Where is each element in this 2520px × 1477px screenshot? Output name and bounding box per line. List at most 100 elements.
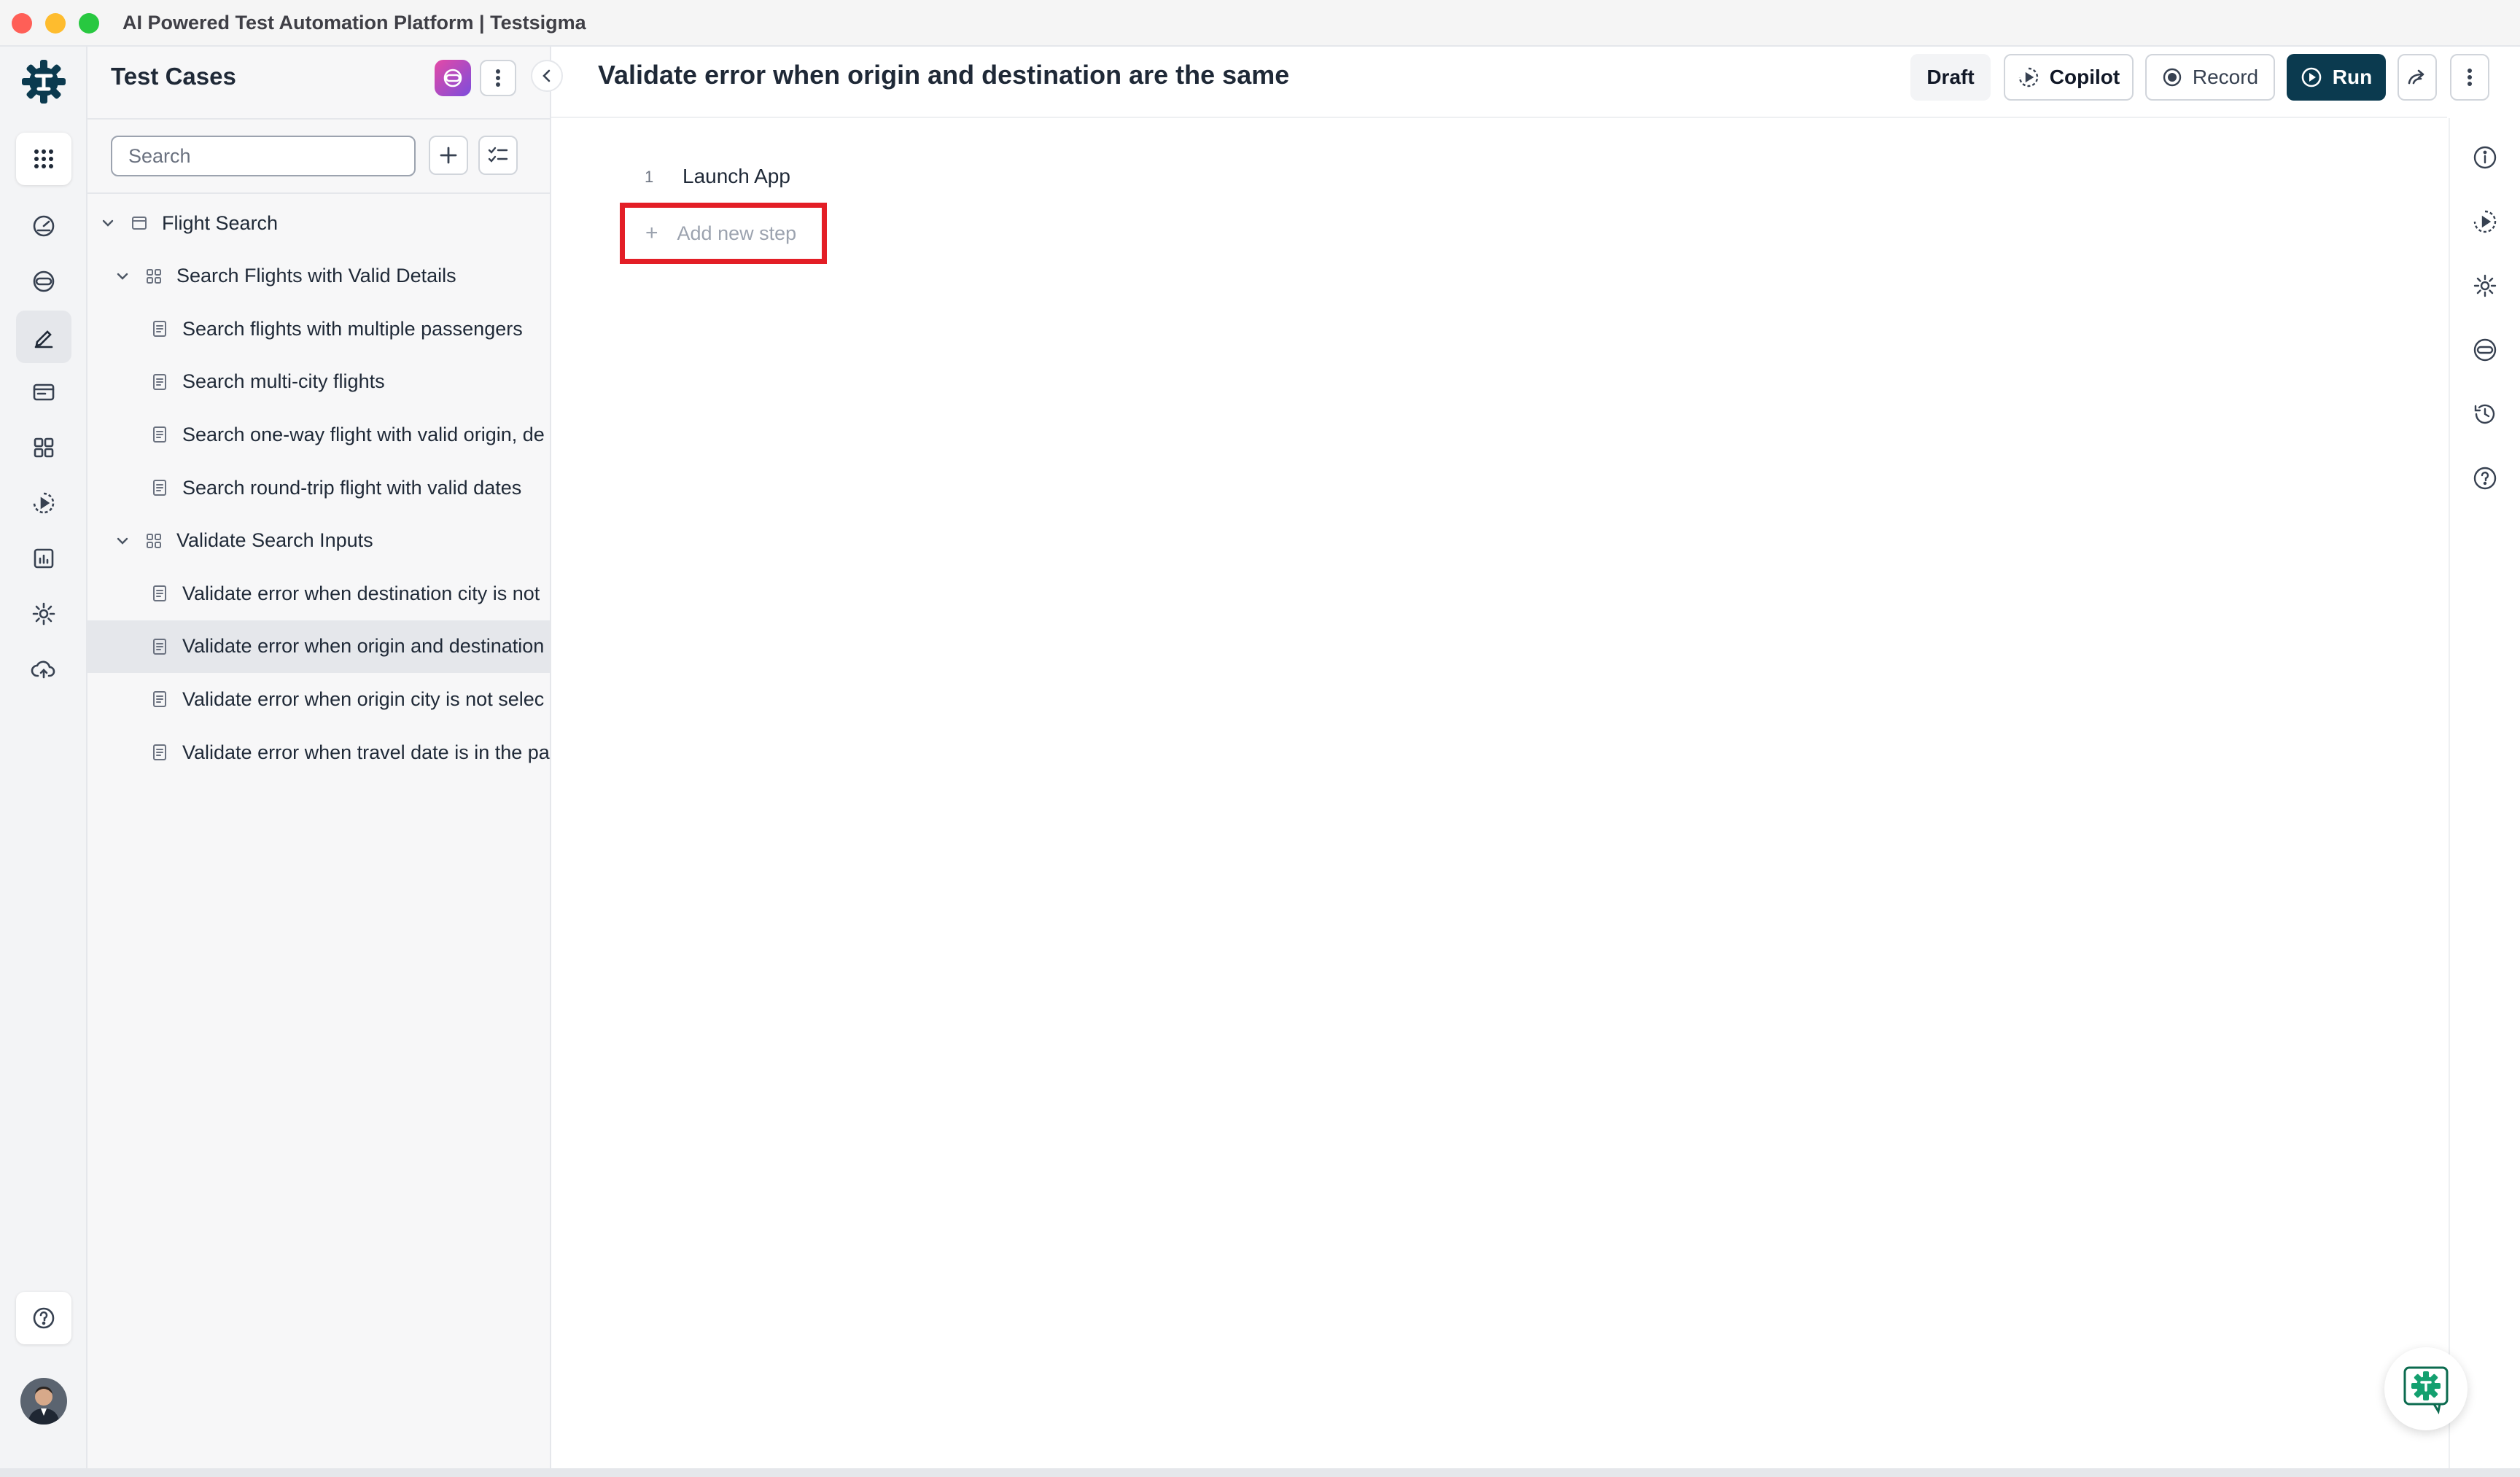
elements-nav-button[interactable] [16, 421, 71, 474]
ai-agent-icon [2473, 338, 2497, 362]
test-case-icon [153, 585, 166, 602]
ai-agent-icon [443, 69, 462, 87]
help-icon [2473, 467, 2497, 490]
gear-icon [2473, 274, 2497, 297]
folder-item[interactable]: Flight Search [88, 197, 550, 249]
draft-status-button[interactable]: Draft [1910, 54, 1991, 101]
add-new-step-button[interactable]: + Add new step [620, 203, 827, 264]
cloud-nav-button[interactable] [16, 643, 71, 695]
test-case-item[interactable]: Validate error when origin city is not s… [88, 673, 550, 725]
checklist-icon [488, 147, 508, 163]
bulk-select-button[interactable] [478, 136, 518, 175]
test-cases-nav-button[interactable] [16, 311, 71, 363]
step-number: 1 [645, 168, 654, 186]
dry-run-button[interactable] [2472, 209, 2498, 235]
draft-label: Draft [1926, 66, 1975, 88]
runs-nav-button[interactable] [16, 477, 71, 529]
reports-chart-icon [34, 548, 54, 569]
test-data-nav-button[interactable] [16, 366, 71, 418]
cloud-upload-icon [31, 660, 55, 679]
panel-title: Test Cases [111, 63, 236, 90]
chevron-left-icon [542, 69, 551, 82]
testsigma-chat-icon [2403, 1366, 2449, 1414]
test-case-item[interactable]: Validate error when origin and destinati… [88, 620, 550, 673]
tree-item-label: Validate error when destination city is … [182, 582, 540, 604]
chat-assistant-button[interactable] [2384, 1347, 2468, 1430]
help-panel-button[interactable] [2472, 465, 2498, 491]
tree-item-label: Search Flights with Valid Details [176, 265, 456, 287]
copilot-icon [2018, 67, 2038, 87]
testsigma-logo-icon[interactable] [19, 57, 69, 106]
left-nav-rail [0, 47, 88, 1468]
help-button[interactable] [16, 1292, 71, 1344]
close-window-button[interactable] [12, 13, 32, 34]
test-case-item[interactable]: Search multi-city flights [88, 356, 550, 408]
test-suite-item[interactable]: Search Flights with Valid Details [88, 250, 550, 303]
dashboard-gauge-icon [33, 215, 55, 237]
expand-toggle[interactable] [114, 532, 131, 550]
record-label: Record [2192, 66, 2259, 88]
copilot-label: Copilot [2049, 66, 2120, 88]
test-suite-icon [147, 533, 161, 548]
reports-nav-button[interactable] [16, 532, 71, 585]
run-button[interactable]: Run [2287, 54, 2386, 101]
zoom-window-button[interactable] [79, 13, 99, 34]
apps-grid-button[interactable] [16, 133, 71, 185]
header-more-button[interactable] [2450, 54, 2489, 101]
chevron-down-icon [117, 537, 128, 545]
test-data-folder-icon [33, 383, 55, 401]
tree-item-label: Search multi-city flights [182, 370, 385, 393]
settings-nav-button[interactable] [16, 588, 71, 640]
collapse-panel-button[interactable] [531, 60, 563, 92]
panel-search-divider [88, 192, 550, 194]
info-button[interactable] [2472, 144, 2498, 171]
record-button[interactable]: Record [2145, 54, 2275, 101]
history-button[interactable] [2472, 401, 2498, 427]
test-case-item[interactable]: Validate error when travel date is in th… [88, 726, 550, 779]
settings-gear-icon [32, 602, 55, 626]
test-cases-pen-icon [34, 330, 53, 348]
dashboard-nav-button[interactable] [16, 200, 71, 252]
minimize-window-button[interactable] [45, 13, 66, 34]
folder-icon [132, 217, 147, 230]
panel-more-button[interactable] [480, 60, 516, 96]
elements-grid-icon [34, 437, 54, 458]
tree-item-label: Search flights with multiple passengers [182, 317, 523, 340]
step-text[interactable]: Launch App [682, 165, 790, 188]
test-case-item[interactable]: Search one-way flight with valid origin,… [88, 408, 550, 461]
test-case-icon [153, 426, 166, 443]
expand-toggle[interactable] [114, 268, 131, 285]
add-test-case-button[interactable] [429, 136, 468, 175]
ai-assistant-button[interactable] [435, 60, 471, 96]
chevron-down-icon [117, 273, 128, 280]
runs-play-icon [33, 492, 55, 514]
more-vertical-icon [2468, 69, 2472, 86]
window-title: AI Powered Test Automation Platform | Te… [122, 12, 586, 34]
share-button[interactable] [2398, 54, 2437, 101]
ai-agent-nav-button[interactable] [16, 255, 71, 308]
copilot-button[interactable]: Copilot [2004, 54, 2134, 101]
window-bottom-edge [0, 1468, 2520, 1477]
run-history-play-icon [2473, 210, 2497, 233]
test-suite-item[interactable]: Validate Search Inputs [88, 515, 550, 567]
help-icon [33, 1307, 55, 1329]
test-case-icon [153, 480, 166, 496]
test-case-item[interactable]: Validate error when destination city is … [88, 567, 550, 620]
test-case-icon [153, 744, 166, 760]
expand-toggle[interactable] [99, 214, 117, 232]
chevron-down-icon [102, 219, 114, 227]
more-vertical-icon [496, 69, 500, 87]
add-step-label: Add new step [677, 222, 797, 244]
share-arrow-icon [2408, 69, 2424, 85]
tree-item-label: Validate Search Inputs [176, 529, 373, 552]
apps-grid-icon [34, 149, 53, 168]
test-case-item[interactable]: Search flights with multiple passengers [88, 303, 550, 355]
test-case-item[interactable]: Search round-trip flight with valid date… [88, 461, 550, 514]
search-input[interactable] [111, 136, 416, 176]
ai-agent-icon [33, 270, 55, 292]
test-settings-button[interactable] [2472, 273, 2498, 299]
user-avatar[interactable] [20, 1378, 67, 1425]
tree-item-label: Validate error when travel date is in th… [182, 741, 550, 763]
test-case-title[interactable]: Validate error when origin and destinati… [598, 60, 1289, 90]
ai-agent-panel-button[interactable] [2472, 337, 2498, 363]
